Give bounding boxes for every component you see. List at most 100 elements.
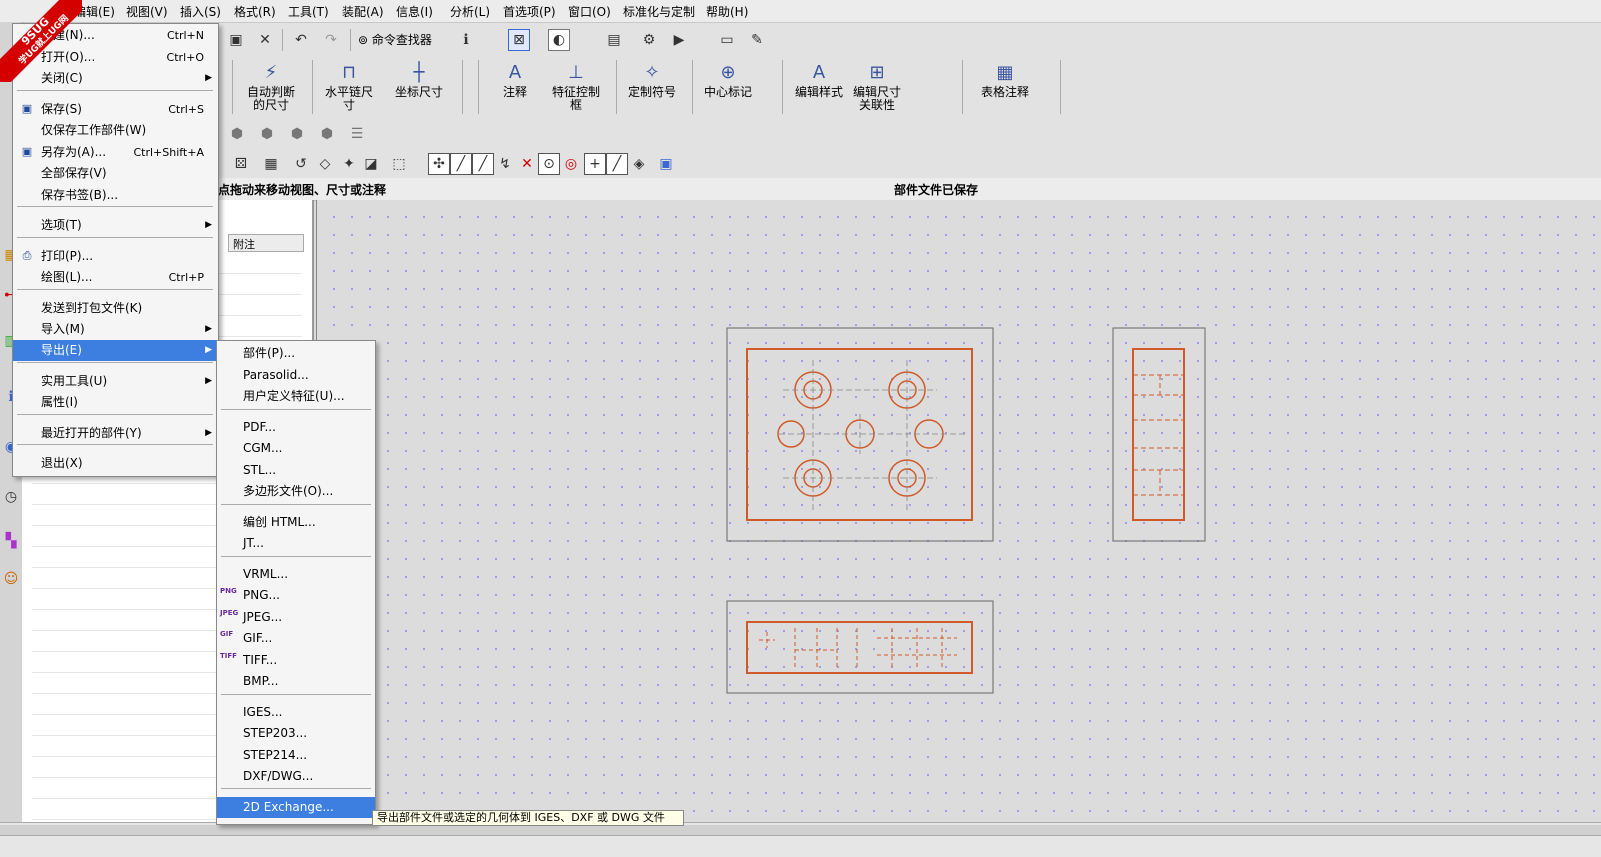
undo-icon[interactable]: ↶ [290, 29, 312, 51]
export-menu-item-12[interactable]: GIF GIF... [217, 628, 375, 649]
file-menu-item-4[interactable]: 仅保存工作部件(W) [13, 120, 218, 141]
bottom-scrollbar[interactable] [0, 822, 1601, 857]
drawing-canvas[interactable] [316, 200, 1601, 822]
list-icon[interactable]: ☰ [346, 123, 368, 145]
file-menu-item-16[interactable]: 最近打开的部件(Y) ▶ [13, 423, 218, 444]
export-menu-item-9[interactable]: VRML... [217, 564, 375, 585]
solid-icon[interactable]: ◇ [314, 153, 336, 175]
file-menu-item-9[interactable]: ⎙ 打印(P)... [13, 246, 218, 267]
export-menu-item-2[interactable]: 用户定义特征(U)... [217, 386, 375, 407]
snap-mid-icon[interactable]: ╱ [472, 153, 494, 175]
file-menu-item-8[interactable]: 选项(T) ▶ [13, 215, 218, 236]
auto-dimension-button[interactable]: ⚡ 自动判断 的尺寸 [242, 58, 300, 116]
menu-10[interactable]: 标准化与定制 [623, 3, 695, 20]
menu-1[interactable]: 视图(V) [126, 3, 168, 20]
command-finder-button[interactable]: ⊚ 命令查找器 [358, 31, 432, 48]
export-menu-item-19[interactable]: 2D Exchange... [217, 797, 375, 818]
menu-4[interactable]: 工具(T) [288, 3, 329, 20]
file-menu-item-5[interactable]: ▣ 另存为(A)... Ctrl+Shift+A [13, 142, 218, 163]
snap-face-icon[interactable]: ◈ [628, 153, 650, 175]
render-style-icon[interactable]: ◐ [548, 29, 570, 51]
analysis-icon[interactable]: ⚙ [638, 29, 660, 51]
file-menu-item-10[interactable]: 绘图(L)... Ctrl+P [13, 267, 218, 288]
export-menu-item-13[interactable]: TIFF TIFF... [217, 650, 375, 671]
curve-icon[interactable]: ↺ [290, 153, 312, 175]
snap-end-icon[interactable]: ╱ [450, 153, 472, 175]
feature-icon[interactable]: ⬢ [256, 123, 278, 145]
palette-icon[interactable]: ▚ [0, 530, 22, 552]
export-menu-item-14[interactable]: BMP... [217, 671, 375, 692]
note-button[interactable]: A 注释 [500, 58, 530, 116]
export-menu-item-15[interactable]: IGES... [217, 702, 375, 723]
snap-on-curve-icon[interactable]: ╱ [606, 153, 628, 175]
export-menu-item-4[interactable]: CGM... [217, 438, 375, 459]
export-menu-item-0[interactable]: 部件(P)... [217, 343, 375, 364]
export-menu-item-1[interactable]: Parasolid... [217, 365, 375, 386]
file-menu-item-11[interactable]: 发送到打包文件(K) [13, 298, 218, 319]
menu-2[interactable]: 插入(S) [180, 3, 221, 20]
file-menu-item-14[interactable]: 实用工具(U) ▶ [13, 371, 218, 392]
snap-existing-icon[interactable]: + [584, 153, 606, 175]
menu-5[interactable]: 装配(A) [342, 3, 384, 20]
export-menu-item-17[interactable]: STEP214... [217, 745, 375, 766]
custom-symbol-button[interactable]: ✧ 定制符号 [624, 58, 680, 116]
feature-icon[interactable]: ⬢ [316, 123, 338, 145]
horizontal-scrollbar-track[interactable] [0, 825, 1601, 836]
file-menu-item-3[interactable]: ▣ 保存(S) Ctrl+S [13, 99, 218, 120]
file-menu-item-12[interactable]: 导入(M) ▶ [13, 319, 218, 340]
feature-icon[interactable]: ⬢ [286, 123, 308, 145]
export-menu-item-8[interactable]: JT... [217, 533, 375, 554]
snap-control-icon[interactable]: ↯ [494, 153, 516, 175]
snap-point-icon[interactable]: ✣ [428, 153, 450, 175]
export-menu-item-18[interactable]: DXF/DWG... [217, 766, 375, 787]
drafting-icon[interactable]: ✎ [746, 29, 768, 51]
file-menu-item-6[interactable]: 全部保存(V) [13, 163, 218, 184]
box-icon[interactable]: ▣ [655, 153, 677, 175]
redo-icon[interactable]: ↷ [320, 29, 342, 51]
edit-style-button[interactable]: A 编辑样式 [793, 58, 845, 116]
export-menu-item-10[interactable]: PNG PNG... [217, 585, 375, 606]
ordinate-dimension-button[interactable]: ┼ 坐标尺寸 [390, 58, 448, 116]
file-menu-item-15[interactable]: 属性(I) [13, 392, 218, 413]
delete-icon[interactable]: ✕ [254, 29, 276, 51]
export-menu-item-16[interactable]: STEP203... [217, 723, 375, 744]
menu-11[interactable]: 帮助(H) [706, 3, 748, 20]
feature-icon[interactable]: ⬢ [226, 123, 248, 145]
menu-9[interactable]: 窗口(O) [568, 3, 611, 20]
roles-icon[interactable]: ☺ [0, 568, 22, 590]
export-menu-item-3[interactable]: PDF... [217, 417, 375, 438]
view-icon[interactable]: ▦ [260, 153, 282, 175]
snap-center-icon[interactable]: ⊙ [538, 153, 560, 175]
fit-view-icon[interactable]: ⊠ [508, 29, 530, 51]
export-menu-item-11[interactable]: JPEG JPEG... [217, 607, 375, 628]
menu-3[interactable]: 格式(R) [234, 3, 276, 20]
edit-associativity-button[interactable]: ⊞ 编辑尺寸 关联性 [852, 58, 902, 116]
info-icon[interactable]: ℹ [455, 29, 477, 51]
column-header[interactable]: 附注 [228, 234, 304, 252]
menu-6[interactable]: 信息(I) [396, 3, 433, 20]
file-menu-item-17[interactable]: 退出(X) [13, 453, 218, 474]
layer-icon[interactable]: ▤ [603, 29, 625, 51]
snap-quadrant-icon[interactable]: ◎ [560, 153, 582, 175]
chain-dimension-button[interactable]: ⊓ 水平链尺寸 [320, 58, 378, 116]
export-menu-item-7[interactable]: 编创 HTML... [217, 512, 375, 533]
clock-icon[interactable]: ◷ [0, 486, 22, 508]
export-menu-item-6[interactable]: 多边形文件(O)... [217, 481, 375, 502]
view-border-side[interactable] [1112, 327, 1206, 542]
face-icon[interactable]: ◪ [360, 153, 382, 175]
export-menu-item-5[interactable]: STL... [217, 460, 375, 481]
menu-8[interactable]: 首选项(P) [503, 3, 556, 20]
edge-icon[interactable]: ✦ [338, 153, 360, 175]
center-mark-button[interactable]: ⊕ 中心标记 [700, 58, 756, 116]
rect-select-icon[interactable]: ⬚ [388, 153, 410, 175]
play-icon[interactable]: ▶ [668, 29, 690, 51]
snap-intersect-icon[interactable]: ✕ [516, 153, 538, 175]
fcf-button[interactable]: ⊥ 特征控制框 [548, 58, 604, 116]
file-menu-item-13[interactable]: 导出(E) ▶ [13, 340, 218, 361]
select-icon[interactable]: ⚄ [230, 153, 252, 175]
measure-icon[interactable]: ▭ [716, 29, 738, 51]
menu-7[interactable]: 分析(L) [450, 3, 490, 20]
file-menu-item-7[interactable]: 保存书签(B)... [13, 185, 218, 206]
tabular-note-button[interactable]: ▦ 表格注释 [977, 58, 1033, 116]
copy-icon[interactable]: ▣ [225, 29, 247, 51]
